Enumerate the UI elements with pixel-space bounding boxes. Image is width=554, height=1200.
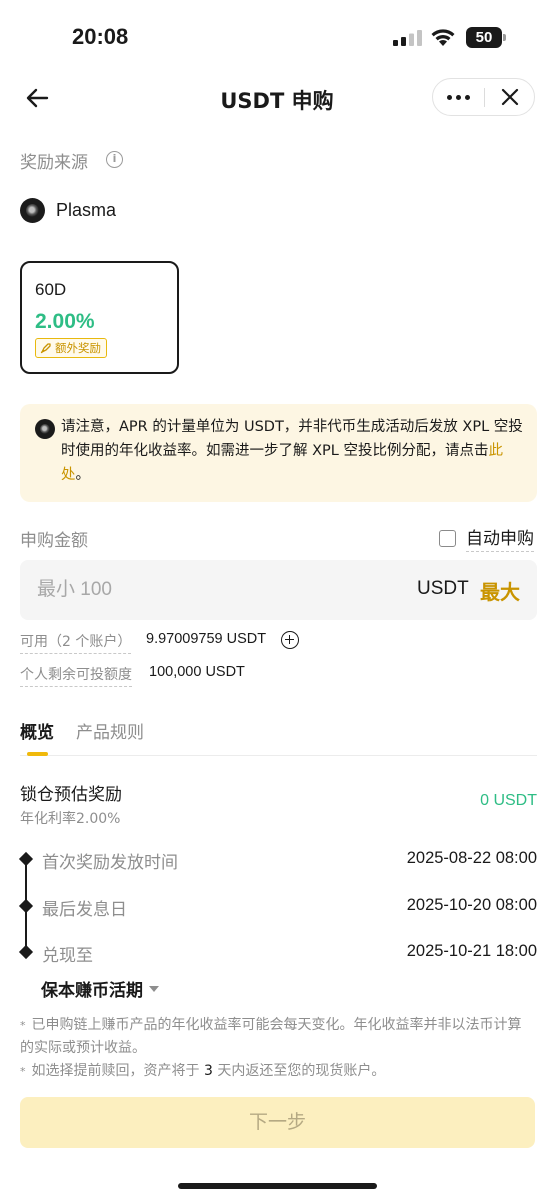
redeem-destination-label: 保本赚币活期 [41,981,143,1001]
first-reward-time-label: 首次奖励发放时间 [42,853,178,873]
footnote-apr-text: 已申购链上赚币产品的年化收益率可能会每天变化。年化收益率并非以法币计算的实际或预… [20,1017,522,1056]
extra-reward-label: 额外奖励 [55,341,101,355]
plasma-logo-icon [35,419,55,439]
status-time: 20:08 [72,24,129,49]
footnote-redeem-days: 3 [203,1063,213,1079]
battery-icon: 50 [466,27,506,48]
redeem-destination-select[interactable]: 保本赚币活期 [41,976,159,1001]
add-funds-icon[interactable] [281,631,299,649]
estimated-reward-value: 0 USDT [480,792,537,809]
status-bar: 20:08 50 [0,0,554,75]
notice-body: 请注意，APR 的计量单位为 USDT，并非代币生成活动后发放 XPL 空投时使… [61,419,523,459]
last-interest-day-value: 2025-10-20 08:00 [406,896,537,914]
mini-program-capsule [432,78,535,116]
more-options-icon[interactable] [433,79,484,115]
tab-overview[interactable]: 概览 [20,718,54,743]
reward-source-item: Plasma [20,197,116,223]
footnote-redeem: * 如选择提前赎回，资产将于 3 天内返还至您的现货账户。 [20,1063,386,1079]
notice-text: 请注意，APR 的计量单位为 USDT，并非代币生成活动后发放 XPL 空投时使… [61,415,523,487]
subscribe-amount-label: 申购金额 [20,531,88,551]
reward-source-name: Plasma [56,199,117,220]
footnote-apr: * 已申购链上赚币产品的年化收益率可能会每天变化。年化收益率并非以法币计算的实际或… [20,1017,522,1056]
timeline-dot [18,898,33,914]
caret-down-icon [149,985,159,992]
notice-suffix: 。 [75,467,91,483]
last-interest-day-label: 最后发息日 [42,900,127,920]
apr-notice: 请注意，APR 的计量单位为 USDT，并非代币生成活动后发放 XPL 空投时使… [20,404,537,502]
nav-bar: USDT 申购 [0,75,554,121]
footnote-redeem-suffix: 天内返还至您的现货账户。 [217,1063,386,1079]
wifi-icon [431,29,455,46]
info-icon[interactable]: i [106,151,123,168]
term-option-card[interactable]: 60D 2.00% 额外奖励 [20,261,179,374]
estimated-reward-title: 锁仓预估奖励 [20,785,122,805]
amount-input[interactable] [37,574,337,606]
home-indicator [178,1183,377,1189]
remaining-quota-value: 100,000 USDT [149,664,245,680]
term-apr: 2.00% [35,310,95,333]
footnote-redeem-prefix: 如选择提前赎回，资产将于 [31,1063,200,1079]
remaining-quota-label[interactable]: 个人剩余可投额度 [20,664,132,687]
tab-product-rules[interactable]: 产品规则 [76,718,144,743]
available-balance-label[interactable]: 可用（2 个账户） [20,631,132,654]
estimated-reward-rate: 年化利率2.00% [20,811,121,827]
detail-tabs: 概览 产品规则 [20,716,537,756]
available-balance-value: 9.97009759 USDT [146,631,267,647]
active-tab-indicator [27,752,48,756]
max-button[interactable]: 最大 [480,576,520,605]
amount-unit: USDT [417,578,469,599]
auto-subscribe-toggle[interactable]: 自动申购 [439,524,534,552]
battery-level: 50 [466,27,502,48]
next-step-button[interactable]: 下一步 [20,1097,535,1148]
auto-subscribe-checkbox[interactable] [439,529,456,547]
redeem-time-label: 兑现至 [42,946,93,966]
term-duration: 60D [35,280,67,299]
amount-input-box: USDT 最大 [20,560,537,620]
auto-subscribe-label: 自动申购 [466,524,534,552]
timeline-dot [18,944,33,960]
reward-source-label: 奖励来源 [20,153,88,173]
redeem-time-value: 2025-10-21 18:00 [406,942,537,960]
extra-reward-badge: 额外奖励 [35,338,107,358]
cellular-signal-icon [393,30,422,46]
timeline-dot [18,851,33,867]
rocket-icon [40,343,51,354]
close-icon[interactable] [485,79,535,115]
plasma-logo-icon [20,197,45,223]
first-reward-time-value: 2025-08-22 08:00 [406,849,537,867]
